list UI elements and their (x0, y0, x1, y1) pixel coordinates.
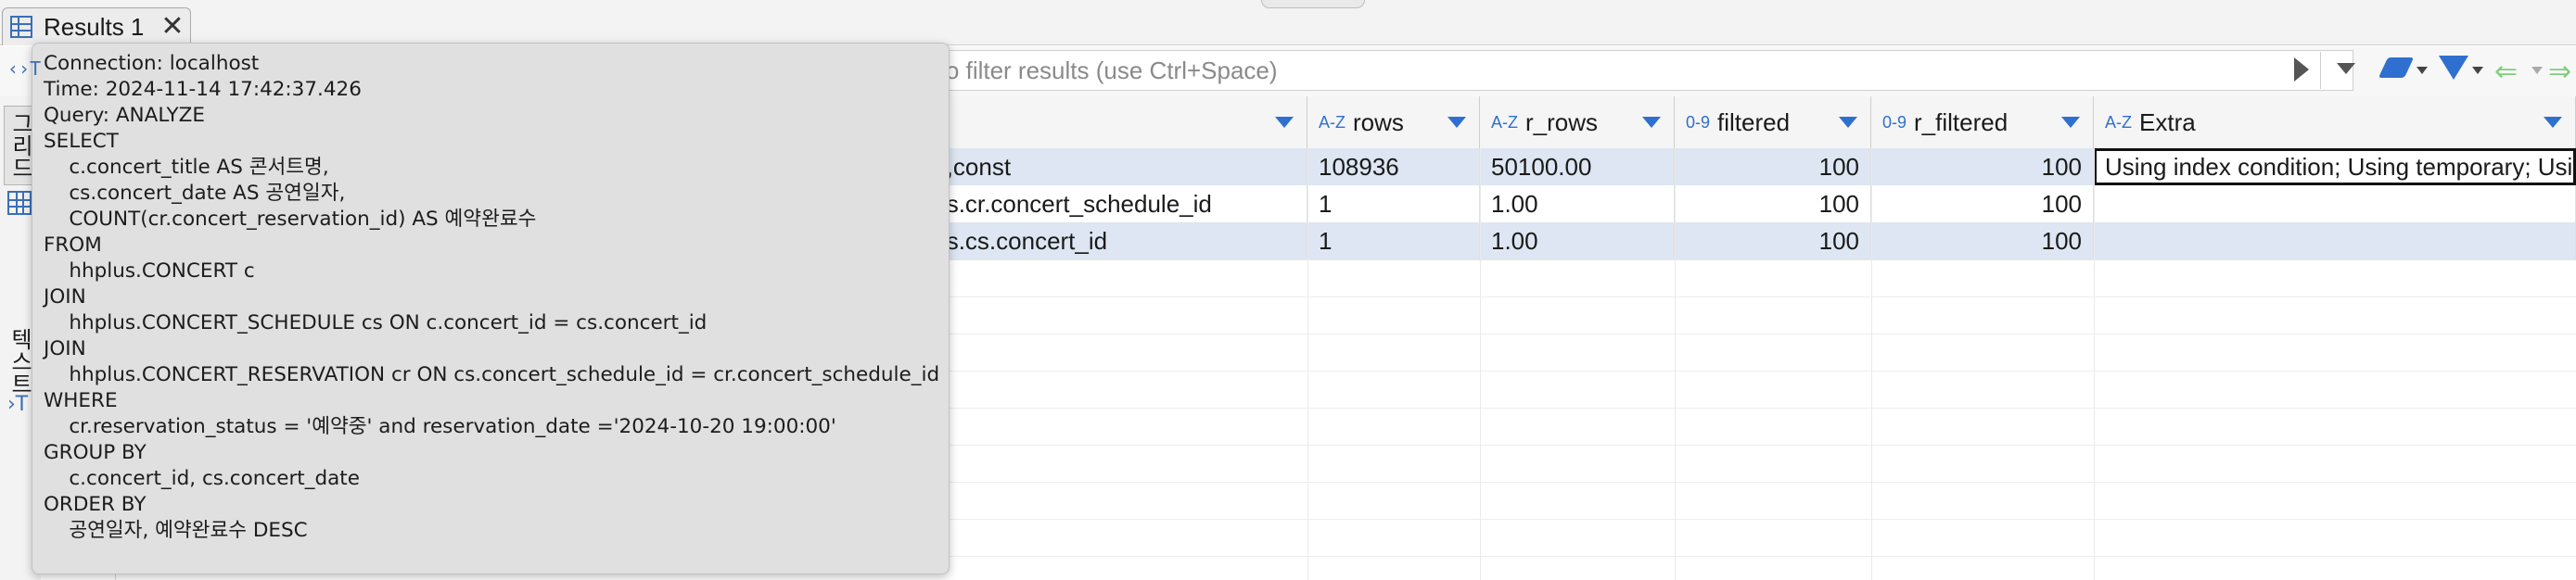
tab-label: Results 1 (44, 12, 145, 41)
column-name: filtered (1717, 107, 1791, 136)
tooltip-sql-line: c.concert_id, cs.concert_date (44, 467, 360, 490)
tooltip-sql-line: cr.reservation_status = '예약중' and reserv… (44, 415, 836, 438)
column-name: r_rows (1525, 107, 1599, 136)
cell-extra-selected[interactable]: Using index condition; Using temporary; … (2094, 148, 2576, 185)
query-info-tooltip: Connection: localhost Time: 2024-11-14 1… (32, 43, 950, 574)
type-badge: A-Z (1491, 112, 1518, 132)
tooltip-query-type: Query: ANALYZE (44, 104, 205, 127)
column-name: rows (1353, 107, 1404, 136)
column-header-extra[interactable]: A-Z Extra (2094, 96, 2576, 148)
sort-arrow-icon[interactable] (1447, 117, 1466, 128)
column-divider (2094, 148, 2095, 580)
column-divider (1307, 148, 1308, 580)
tooltip-sql-line: JOIN (44, 337, 86, 360)
tooltip-sql-line: FROM (44, 233, 102, 257)
tooltip-sql-line: cs.concert_date AS 공연일자, (44, 182, 346, 205)
cell-r-filtered[interactable]: 100 (1871, 222, 2094, 259)
cell-extra[interactable] (2094, 185, 2576, 222)
cell-r-rows[interactable]: 1.00 (1480, 222, 1675, 259)
close-icon[interactable]: ✕ (160, 13, 184, 41)
tooltip-sql-line: SELECT (44, 130, 119, 153)
cell-r-filtered[interactable]: 100 (1871, 185, 2094, 222)
type-badge: 0-9 (1686, 112, 1711, 132)
back-arrow-icon[interactable]: ⇐ (2494, 56, 2518, 88)
tooltip-sql-line: hhplus.CONCERT_RESERVATION cr ON cs.conc… (44, 363, 940, 386)
eraser-icon[interactable] (2378, 57, 2415, 78)
cell-rows[interactable]: 1 (1307, 222, 1480, 259)
tooltip-sql-line: 공연일자, 예약완료수 DESC (44, 519, 308, 542)
cell-filtered[interactable]: 100 (1675, 185, 1871, 222)
grid-table-icon (10, 16, 32, 38)
column-name: Extra (2139, 107, 2196, 136)
cell-ref[interactable]: nst,const (903, 148, 1307, 185)
column-header-ref[interactable]: ref (903, 96, 1307, 148)
cell-r-rows[interactable]: 50100.00 (1480, 148, 1675, 185)
column-name: r_filtered (1914, 107, 2009, 136)
cell-rows[interactable]: 1 (1307, 185, 1480, 222)
column-header-rows[interactable]: A-Z rows (1307, 96, 1480, 148)
chevron-down-icon[interactable] (2417, 67, 2428, 74)
tab-text-view[interactable]: 텍스트 (4, 328, 35, 395)
tooltip-connection: Connection: localhost (44, 52, 260, 75)
type-badge: 0-9 (1882, 112, 1907, 132)
cell-r-filtered[interactable]: 100 (1871, 148, 2094, 185)
tooltip-sql-line: hhplus.CONCERT_SCHEDULE cs ON c.concert_… (44, 311, 708, 334)
results-tab-bar: Results 1 ✕ (0, 0, 2576, 45)
column-divider (1480, 148, 1481, 580)
cell-filtered[interactable]: 100 (1675, 148, 1871, 185)
tooltip-sql-line: GROUP BY (44, 441, 147, 464)
apply-filter-icon[interactable] (2294, 57, 2309, 82)
column-header-r-rows[interactable]: A-Z r_rows (1480, 96, 1675, 148)
sort-arrow-icon[interactable] (1275, 117, 1294, 128)
cell-ref[interactable]: plus.cs.concert_id (903, 222, 1307, 259)
cell-extra[interactable] (2094, 222, 2576, 259)
cell-ref[interactable]: plus.cr.concert_schedule_id (903, 185, 1307, 222)
tooltip-sql-line: JOIN (44, 285, 86, 309)
text-view-icon[interactable]: ›T (7, 393, 28, 416)
sort-arrow-icon[interactable] (1642, 117, 1661, 128)
cell-filtered[interactable]: 100 (1675, 222, 1871, 259)
tooltip-sql-line: COUNT(cr.concert_reservation_id) AS 예약완료… (44, 208, 537, 231)
tooltip-sql-line: WHERE (44, 389, 118, 412)
forward-arrow-icon[interactable]: ⇒ (2548, 56, 2571, 88)
sort-arrow-icon[interactable] (2061, 117, 2080, 128)
chevron-down-icon[interactable] (2531, 67, 2543, 74)
column-header-filtered[interactable]: 0-9 filtered (1675, 96, 1871, 148)
cell-r-rows[interactable]: 1.00 (1480, 185, 1675, 222)
tab-results-1[interactable]: Results 1 ✕ (2, 7, 191, 45)
panel-resize-grip[interactable] (1261, 0, 1365, 8)
cell-rows[interactable]: 108936 (1307, 148, 1480, 185)
sort-arrow-icon[interactable] (2544, 117, 2562, 128)
sort-arrow-icon[interactable] (1839, 117, 1857, 128)
tooltip-sql-line: ORDER BY (44, 493, 147, 516)
chevron-down-icon[interactable] (2472, 67, 2483, 74)
type-badge: A-Z (2105, 112, 2132, 132)
type-badge: A-Z (1319, 112, 1345, 132)
tooltip-sql-line: hhplus.CONCERT c (44, 259, 255, 283)
filter-divider (2320, 52, 2321, 89)
funnel-icon[interactable] (2439, 56, 2468, 80)
code-toggle-icon[interactable]: ‹›T (7, 57, 41, 80)
grid-view-icon[interactable] (7, 191, 32, 215)
tooltip-sql-line: c.concert_title AS 콘서트명, (44, 156, 329, 179)
tooltip-time: Time: 2024-11-14 17:42:37.426 (44, 78, 362, 101)
column-header-r-filtered[interactable]: 0-9 r_filtered (1871, 96, 2094, 148)
column-divider (1871, 148, 1872, 580)
filter-history-dropdown-icon[interactable] (2337, 63, 2355, 74)
column-divider (1675, 148, 1676, 580)
filter-input[interactable]: n to filter results (use Ctrl+Space) (909, 50, 2353, 91)
